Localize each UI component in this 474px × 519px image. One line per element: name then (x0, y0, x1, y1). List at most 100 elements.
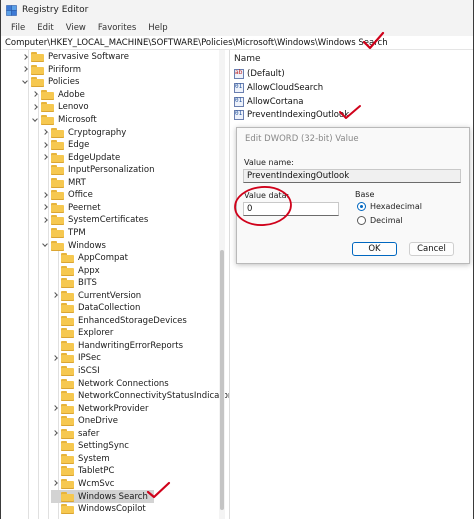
tree-item[interactable]: Peernet (41, 202, 101, 215)
chevron-right-icon[interactable] (51, 354, 60, 363)
chevron-right-icon[interactable] (21, 53, 30, 62)
radio-hexadecimal[interactable]: Hexadecimal (357, 202, 422, 211)
tree-item[interactable]: Appx (51, 264, 100, 277)
tree-item[interactable]: NetworkProvider (51, 402, 149, 415)
tree-scrollbar[interactable] (219, 50, 225, 519)
tree-item[interactable]: EdgeUpdate (41, 151, 120, 164)
chevron-right-icon[interactable] (51, 479, 60, 488)
tree-item[interactable]: SettingSync (51, 440, 129, 453)
tree-item[interactable]: BITS (51, 277, 97, 290)
tree-item[interactable]: Pervasive Software (21, 51, 129, 64)
chevron-right-icon[interactable] (21, 65, 30, 74)
tree-item[interactable]: Policies (21, 76, 79, 89)
folder-icon (51, 202, 64, 213)
tree-item[interactable]: Edge (41, 139, 89, 152)
tree-item[interactable]: Network Connections (51, 377, 169, 390)
registry-editor-window: Registry Editor File Edit View Favorites… (0, 0, 474, 519)
tree-item[interactable]: CurrentVersion (51, 289, 141, 302)
chevron-right-icon[interactable] (31, 90, 40, 99)
radio-selected-indicator (357, 202, 366, 211)
folder-icon (61, 504, 74, 515)
tree-item-label: safer (78, 428, 100, 439)
chevron-right-icon[interactable] (51, 429, 60, 438)
tree-item[interactable]: AppCompat (51, 252, 128, 265)
tree-item[interactable]: Cryptography (41, 126, 126, 139)
folder-icon (51, 190, 64, 201)
tree-item[interactable]: Microsoft (31, 114, 97, 127)
ok-button[interactable]: OK (352, 242, 397, 256)
chevron-right-icon[interactable] (51, 404, 60, 413)
menu-help[interactable]: Help (142, 23, 173, 33)
tree-item[interactable]: WindowsCopilot (51, 503, 146, 516)
menu-edit[interactable]: Edit (31, 23, 59, 33)
folder-icon (41, 89, 54, 100)
tree-item-label: EnhancedStorageDevices (78, 315, 187, 326)
chevron-right-icon[interactable] (41, 153, 50, 162)
tree-item[interactable]: TabletPC (51, 465, 114, 478)
chevron-right-icon[interactable] (51, 291, 60, 300)
tree-item[interactable]: InputPersonalization (41, 164, 154, 177)
tree-item[interactable]: OneDrive (51, 415, 118, 428)
tree-item[interactable]: Explorer (51, 327, 113, 340)
chevron-right-icon[interactable] (41, 141, 50, 150)
tree-item[interactable]: MRT (41, 177, 86, 190)
chevron-right-icon[interactable] (41, 191, 50, 200)
chevron-right-icon[interactable] (41, 216, 50, 225)
tree-item[interactable]: SystemCertificates (41, 214, 148, 227)
chevron-down-icon[interactable] (21, 78, 30, 87)
value-data-input[interactable]: 0 (243, 202, 339, 216)
value-row[interactable]: AllowCortana (234, 95, 303, 108)
radio-decimal[interactable]: Decimal (357, 216, 403, 225)
cancel-button[interactable]: Cancel (409, 242, 454, 256)
value-row[interactable]: AllowCloudSearch (234, 81, 323, 94)
address-bar[interactable]: Computer\HKEY_LOCAL_MACHINE\SOFTWARE\Pol… (3, 36, 473, 50)
address-path: Computer\HKEY_LOCAL_MACHINE\SOFTWARE\Pol… (5, 37, 388, 48)
tree-item[interactable]: Piriform (21, 64, 81, 77)
tree-item[interactable]: Office (41, 189, 93, 202)
chevron-down-icon[interactable] (31, 116, 40, 125)
folder-icon (61, 290, 74, 301)
folder-icon (41, 115, 54, 125)
tree-item[interactable]: DataCollection (51, 302, 140, 315)
folder-icon (61, 353, 74, 364)
menu-view[interactable]: View (60, 23, 92, 33)
tree-item[interactable]: EnhancedStorageDevices (51, 315, 187, 328)
folder-icon (51, 140, 64, 151)
folder-icon (61, 378, 74, 389)
key-tree-pane[interactable]: Pervasive Software Piriform Policies Adobe L… (1, 50, 229, 519)
chevron-right-icon[interactable] (41, 128, 50, 137)
folder-icon (61, 416, 74, 427)
menu-file[interactable]: File (5, 23, 31, 33)
tree-item[interactable]: Windows (41, 239, 106, 252)
tree-item[interactable]: NetworkConnectivityStatusIndicator (51, 390, 229, 403)
tree-item[interactable]: HandwritingErrorReports (51, 340, 183, 353)
value-row[interactable]: PreventIndexingOutlook (234, 108, 349, 121)
tree-item[interactable]: System (51, 453, 110, 466)
tree-item[interactable]: Adobe (31, 89, 85, 102)
folder-icon (51, 152, 64, 163)
tree-item-label: WcmSvc (78, 478, 115, 489)
tree-scrollbar-thumb[interactable] (220, 250, 224, 510)
chevron-right-icon[interactable] (41, 203, 50, 212)
tree-item[interactable]: Lenovo (31, 101, 89, 114)
value-name-field[interactable]: PreventIndexingOutlook (243, 169, 461, 183)
chevron-down-icon[interactable] (41, 241, 50, 250)
tree-item[interactable]: Windows Search (51, 490, 154, 503)
chevron-right-icon[interactable] (31, 103, 40, 112)
tree-item[interactable]: iSCSI (51, 365, 100, 378)
tree-item[interactable]: TPM (41, 227, 86, 240)
folder-icon (61, 391, 74, 402)
value-row[interactable]: (Default) (234, 67, 285, 80)
menu-favorites[interactable]: Favorites (92, 23, 142, 33)
tree-item[interactable]: safer (51, 428, 99, 441)
folder-icon (41, 102, 54, 113)
tree-item-label: SystemCertificates (68, 215, 149, 226)
tree-item[interactable]: IPSec (51, 352, 101, 365)
column-header-name[interactable]: Name (234, 54, 261, 64)
radio-hexadecimal-label: Hexadecimal (370, 202, 422, 211)
tree-item-label: Adobe (58, 89, 85, 100)
tree-item-label: NetworkConnectivityStatusIndicator (78, 391, 229, 402)
value-name: (Default) (247, 68, 285, 79)
radio-decimal-label: Decimal (370, 216, 403, 225)
tree-item[interactable]: WcmSvc (51, 478, 114, 491)
